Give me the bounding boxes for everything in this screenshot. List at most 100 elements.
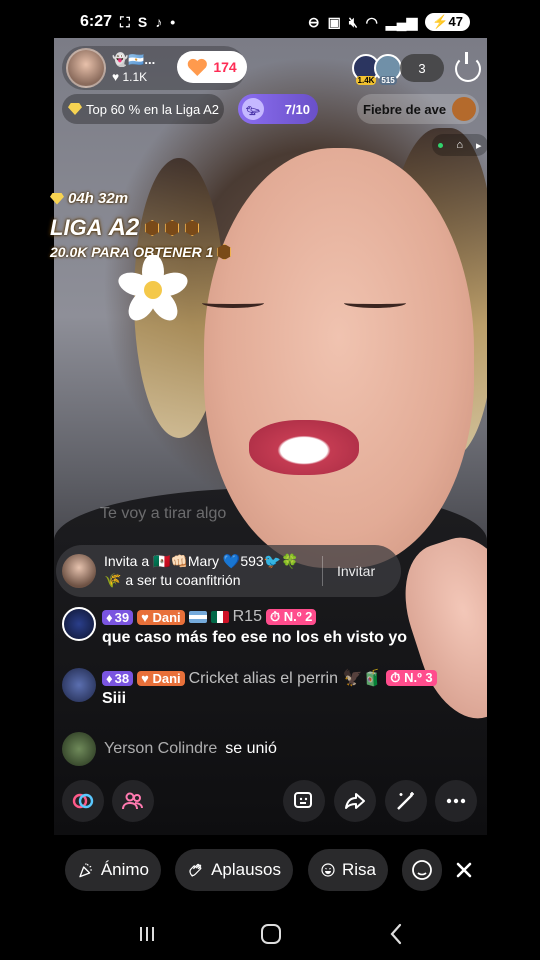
- chat-comment[interactable]: ♦ 39 ♥ Dani R15 ⏱ N.º 2 que caso más feo …: [62, 607, 407, 647]
- mexico-flag-icon: [210, 611, 229, 623]
- mute-icon: 🔇︎: [348, 14, 358, 30]
- s-app-icon: S: [137, 14, 148, 30]
- league-tier: A2: [108, 214, 140, 241]
- home-button[interactable]: [256, 918, 286, 950]
- invite-button[interactable]: Invitar: [337, 563, 375, 579]
- league-hex-icon-1: [145, 220, 160, 236]
- faded-comment: Te voy a tirar algo: [100, 505, 227, 522]
- tiktok-icon: ♪: [155, 14, 163, 30]
- close-icon[interactable]: [450, 856, 478, 884]
- comment-avatar[interactable]: [62, 668, 96, 702]
- league-hex-icon-3: [185, 220, 200, 236]
- league-goal-hex-icon: [217, 244, 232, 260]
- rank-badge: ⏱ N.º 2: [265, 609, 317, 625]
- cohost-invite-card[interactable]: Invita a 🇲🇽👊🏻Mary 💙593🐦🍀 🌾 a ser tu coan…: [56, 545, 401, 597]
- comment-text: que caso más feo ese no los eh visto yo: [102, 629, 407, 646]
- comment-text: Siii: [102, 690, 127, 707]
- dnd-icon: ⊖: [307, 14, 320, 30]
- wifi-icon: ◠: [365, 14, 378, 30]
- screen-record-icon: ⛶: [120, 14, 130, 30]
- host-avatar[interactable]: [66, 48, 106, 88]
- status-left: 6:27 ⛶ S ♪ •: [80, 13, 175, 31]
- commenter-name[interactable]: Cricket alias el perrin 🦅🧃: [189, 668, 383, 688]
- reaction-animo[interactable]: Ánimo: [65, 849, 161, 891]
- signal-icon: ▂▄▆: [385, 14, 418, 30]
- fan-badge[interactable]: ♥ Dani: [137, 609, 185, 625]
- share-button[interactable]: [334, 780, 376, 822]
- level-badge[interactable]: ♦ 38: [102, 670, 134, 686]
- league-hex-icon-2: [165, 220, 180, 236]
- rank-badge: ⏱ N.º 3: [386, 670, 437, 686]
- invite-line-2: 🌾 a ser tu coanfitrión: [104, 572, 241, 588]
- league-timer[interactable]: 04h 32m: [50, 190, 128, 207]
- level-number: 38: [114, 670, 130, 686]
- invite-divider: [322, 556, 323, 586]
- recent-apps-button[interactable]: [132, 918, 162, 950]
- heart-count: 174: [213, 59, 237, 75]
- commenter-name[interactable]: R15: [233, 608, 262, 626]
- joined-text: se unió: [225, 740, 277, 757]
- video-face: [204, 148, 474, 568]
- party-popper-icon: [79, 863, 92, 878]
- fan-badge-label: Dani: [152, 670, 181, 686]
- top-viewer-avatar-2[interactable]: 515: [374, 54, 402, 85]
- reaction-risa[interactable]: Risa: [308, 849, 388, 891]
- power-icon[interactable]: [455, 52, 481, 82]
- magic-button[interactable]: [385, 780, 427, 822]
- comment-avatar[interactable]: [62, 607, 96, 641]
- laughing-face-icon: [321, 863, 335, 877]
- league-title[interactable]: LIGA A2: [50, 214, 200, 242]
- bear-icon: [452, 97, 476, 121]
- top-viewers[interactable]: 1.4K 515: [352, 54, 402, 85]
- guests-button[interactable]: [112, 780, 154, 822]
- level-badge[interactable]: ♦ 39: [102, 609, 134, 625]
- viewer-count[interactable]: 3: [400, 54, 444, 82]
- joined-name[interactable]: Yerson Colindre: [104, 740, 217, 758]
- heart-icon: [187, 58, 207, 76]
- host-name: 👻🇦🇷...: [112, 52, 156, 67]
- fever-event-pill[interactable]: Fiebre de ave: [357, 94, 479, 124]
- video-eye-left: [202, 298, 264, 308]
- chevron-right-icon[interactable]: ▸: [476, 139, 482, 152]
- dot-icon: •: [170, 14, 176, 30]
- invite-avatar: [62, 554, 96, 588]
- user-joined-notice: Yerson Colindre se unió: [62, 732, 277, 766]
- video-mouth: [249, 420, 359, 475]
- invite-line-1: Invita a 🇲🇽👊🏻Mary 💙593🐦🍀: [104, 553, 299, 569]
- back-button[interactable]: [382, 918, 412, 950]
- battery-indicator: ⚡47: [425, 13, 470, 31]
- follow-heart-button[interactable]: 174: [177, 51, 247, 83]
- invite-text: Invita a 🇲🇽👊🏻Mary 💙593🐦🍀 🌾 a ser tu coan…: [104, 552, 322, 590]
- host-likes-count: 1.1K: [122, 70, 148, 84]
- magic-wand-icon: [397, 792, 414, 810]
- home-icon[interactable]: ⌂: [456, 139, 463, 151]
- face-frame-icon: [294, 792, 312, 808]
- back-chevron-icon: [390, 923, 402, 945]
- fan-badge[interactable]: ♥ Dani: [137, 670, 185, 686]
- reaction-aplausos[interactable]: Aplausos: [175, 849, 293, 891]
- plumeria-flower-icon: [118, 255, 188, 321]
- video-eye-right: [344, 298, 406, 308]
- top-viewer-badge-1: 1.4K: [355, 76, 377, 85]
- more-button[interactable]: [435, 780, 477, 822]
- people-icon: [122, 792, 143, 810]
- effects-button[interactable]: [283, 780, 325, 822]
- rank-progress-pill[interactable]: 𓅰 7/10: [238, 94, 318, 124]
- comment-body: ♦ 39 ♥ Dani R15 ⏱ N.º 2 que caso más feo …: [102, 607, 407, 647]
- live-video[interactable]: [54, 38, 487, 835]
- share-arrow-icon: [345, 793, 365, 809]
- league-ranking-pill[interactable]: Top 60 % en la Liga A2: [62, 94, 224, 124]
- chat-comment[interactable]: ♦ 38 ♥ Dani Cricket alias el perrin 🦅🧃 ⏱ …: [62, 668, 437, 708]
- battery-level: 47: [448, 14, 463, 29]
- fever-label: Fiebre de ave: [363, 101, 447, 117]
- timer-diamond-icon: [50, 192, 64, 205]
- more-dots-icon: [446, 798, 466, 804]
- link-rings-icon: [72, 793, 94, 809]
- mini-controls[interactable]: ⌂ ▸: [432, 134, 488, 156]
- joined-avatar[interactable]: [62, 732, 96, 766]
- reaction-love-partial[interactable]: [402, 849, 442, 891]
- league-title-text: LIGA: [50, 215, 103, 240]
- multi-guest-button[interactable]: [62, 780, 104, 822]
- rank-progress: 7/10: [284, 101, 310, 117]
- rank-badge-label: N.º 3: [404, 670, 433, 685]
